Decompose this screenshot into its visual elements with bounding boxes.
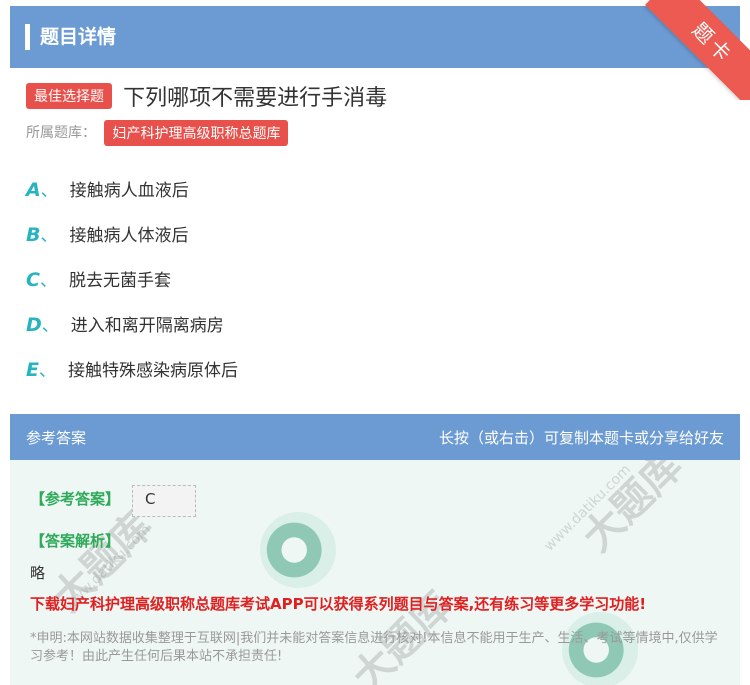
watermark-logo-icon bbox=[260, 512, 336, 588]
option-d[interactable]: D、 进入和离开隔离病房 bbox=[26, 311, 224, 339]
option-text: 进入和离开隔离病房 bbox=[70, 316, 224, 336]
option-separator: 、 bbox=[38, 361, 56, 381]
option-letter: D bbox=[26, 314, 42, 336]
disclaimer-text: *申明:本网站数据收集整理于互联网|我们并未能对答案信息进行核对!本信息不能用于… bbox=[30, 631, 718, 664]
answer-section-title: 参考答案 bbox=[26, 429, 87, 447]
analysis-label: 【答案解析】 bbox=[30, 532, 121, 550]
answer-value-image: C bbox=[132, 485, 196, 517]
bank-label: 所属题库： bbox=[26, 125, 96, 141]
analysis-text: 略 bbox=[30, 564, 46, 582]
question-bank-row: 所属题库： 妇产科护理高级职称总题库 bbox=[26, 120, 289, 146]
option-e[interactable]: E、 接触特殊感染病原体后 bbox=[26, 356, 238, 384]
answer-value: C bbox=[145, 490, 156, 508]
answer-section-body: 大题库 大题库 大题库 www.datiku.com www.datiku.co… bbox=[10, 460, 740, 685]
answer-section-header: 参考答案 长按（或右击）可复制本题卡或分享给好友 bbox=[10, 414, 740, 460]
detail-header: 题目详情 bbox=[10, 6, 740, 68]
option-separator: 、 bbox=[40, 226, 58, 246]
option-separator: 、 bbox=[41, 316, 59, 336]
option-a[interactable]: A、 接触病人血液后 bbox=[26, 176, 189, 204]
option-letter: E bbox=[26, 359, 39, 381]
option-text: 接触病人体液后 bbox=[69, 226, 189, 246]
answer-label: 【参考答案】 bbox=[30, 490, 121, 508]
option-text: 接触特殊感染病原体后 bbox=[67, 361, 238, 381]
option-letter: C bbox=[26, 269, 40, 291]
option-b[interactable]: B、 接触病人体液后 bbox=[26, 221, 188, 249]
option-text: 接触病人血液后 bbox=[69, 181, 189, 201]
option-separator: 、 bbox=[40, 181, 58, 201]
header-accent-bar bbox=[25, 24, 30, 50]
option-text: 脱去无菌手套 bbox=[68, 271, 171, 291]
question-text: 下列哪项不需要进行手消毒 bbox=[123, 86, 388, 111]
option-c[interactable]: C、 脱去无菌手套 bbox=[26, 266, 171, 294]
question-title-row: 最佳选择题 下列哪项不需要进行手消毒 bbox=[26, 80, 726, 112]
bank-name-badge[interactable]: 妇产科护理高级职称总题库 bbox=[104, 120, 289, 146]
download-app-promo[interactable]: 下载妇产科护理高级职称总题库考试APP可以获得系列题目与答案,还有练习等更多学习… bbox=[30, 593, 646, 614]
option-letter: B bbox=[26, 224, 41, 246]
header-title: 题目详情 bbox=[40, 26, 117, 48]
question-type-badge: 最佳选择题 bbox=[26, 83, 112, 109]
option-separator: 、 bbox=[39, 271, 57, 291]
option-letter: A bbox=[26, 179, 41, 201]
share-hint: 长按（或右击）可复制本题卡或分享给好友 bbox=[438, 429, 724, 447]
